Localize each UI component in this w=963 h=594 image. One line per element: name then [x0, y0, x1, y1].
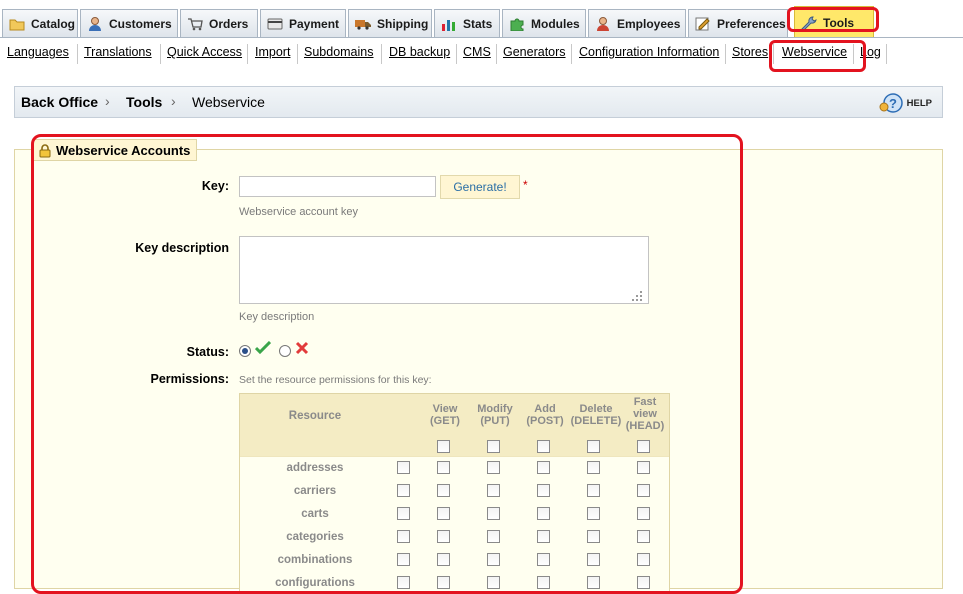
chevron-right-icon: ›: [171, 93, 176, 109]
subnav-separator: [886, 44, 887, 64]
help-icon: ?: [879, 93, 903, 113]
help-label: HELP: [906, 97, 932, 109]
breadcrumb-tools[interactable]: Tools: [126, 94, 162, 110]
tab-label: Employees: [617, 17, 681, 31]
breadcrumb-back-office[interactable]: Back Office: [21, 94, 98, 110]
subnav-separator: [247, 44, 248, 64]
subnav-import[interactable]: Import: [255, 45, 290, 59]
tab-label: Preferences: [717, 17, 786, 31]
tab-label: Shipping: [377, 17, 429, 31]
tab-label: Orders: [209, 17, 249, 31]
breadcrumb: Back Office › Tools › Webservice ? HELP: [14, 86, 943, 118]
subnav-translations[interactable]: Translations: [84, 45, 152, 59]
help-button[interactable]: ? HELP: [878, 92, 932, 114]
breadcrumb-webservice: Webservice: [192, 94, 265, 110]
employee-icon: [595, 17, 611, 31]
tab-catalog[interactable]: Catalog: [2, 9, 78, 38]
subnav-quick-access[interactable]: Quick Access: [167, 45, 242, 59]
subnav-cms[interactable]: CMS: [463, 45, 491, 59]
tabs-divider: [0, 37, 963, 38]
tab-customers[interactable]: Customers: [80, 9, 178, 38]
svg-text:?: ?: [889, 96, 897, 111]
subnav-languages[interactable]: Languages: [7, 45, 69, 59]
subnav-separator: [381, 44, 382, 64]
tab-label: Payment: [289, 17, 340, 31]
tab-label: Catalog: [31, 17, 76, 31]
truck-icon: [355, 17, 371, 31]
chevron-right-icon: ›: [105, 93, 110, 109]
cart-icon: [187, 17, 203, 31]
subnav-generators[interactable]: Generators: [503, 45, 566, 59]
chart-icon: [441, 17, 457, 31]
subnav-separator: [571, 44, 572, 64]
credit-card-icon: [267, 17, 283, 31]
subnav-separator: [496, 44, 497, 64]
tab-stats[interactable]: Stats: [434, 9, 500, 38]
subnav-separator: [456, 44, 457, 64]
subnav-subdomains[interactable]: Subdomains: [304, 45, 374, 59]
subnav-separator: [77, 44, 78, 64]
subnav-stores[interactable]: Stores: [732, 45, 768, 59]
tab-shipping[interactable]: Shipping: [348, 9, 432, 38]
subnav-separator: [725, 44, 726, 64]
tab-label: Customers: [109, 17, 172, 31]
tab-preferences[interactable]: Preferences: [688, 9, 788, 38]
tab-label: Stats: [463, 17, 493, 31]
highlight-form-area: [31, 134, 743, 594]
subnav-separator: [160, 44, 161, 64]
subnav-separator: [297, 44, 298, 64]
highlight-tools-tab: [787, 7, 879, 32]
user-icon: [87, 17, 103, 31]
puzzle-icon: [509, 17, 525, 32]
tab-label: Modules: [531, 17, 580, 31]
subnav-db-backup[interactable]: DB backup: [389, 45, 450, 59]
folder-icon: [9, 17, 25, 31]
highlight-webservice-link: [769, 40, 866, 72]
tab-payment[interactable]: Payment: [260, 9, 346, 38]
tab-employees[interactable]: Employees: [588, 9, 686, 38]
tab-modules[interactable]: Modules: [502, 9, 586, 38]
subnav-configuration-information[interactable]: Configuration Information: [579, 45, 719, 59]
tab-orders[interactable]: Orders: [180, 9, 258, 38]
preferences-icon: [695, 17, 711, 31]
